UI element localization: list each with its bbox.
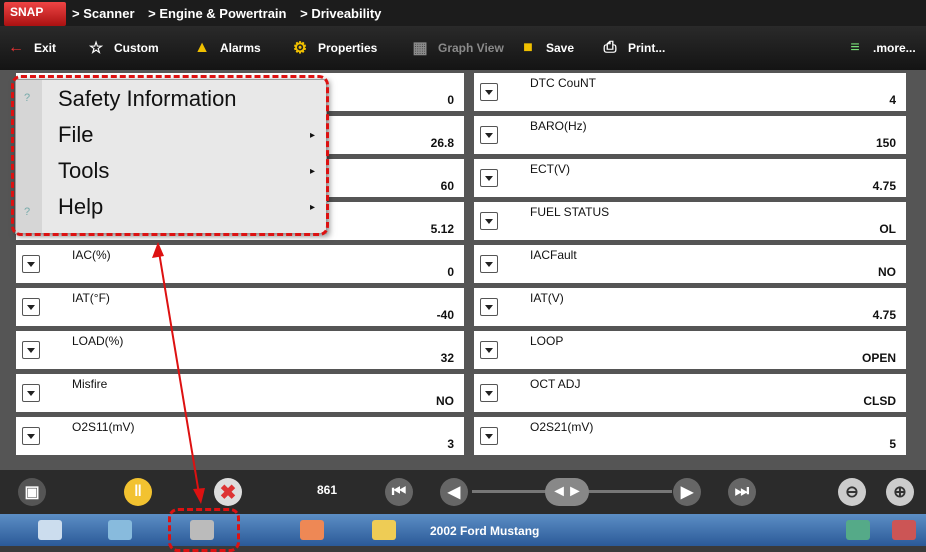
- annotation-line: [157, 245, 201, 501]
- annotation-arrow: [152, 242, 205, 504]
- annotation-arrowhead-bottom: [193, 488, 205, 504]
- annotation-arrowhead-top: [152, 242, 164, 258]
